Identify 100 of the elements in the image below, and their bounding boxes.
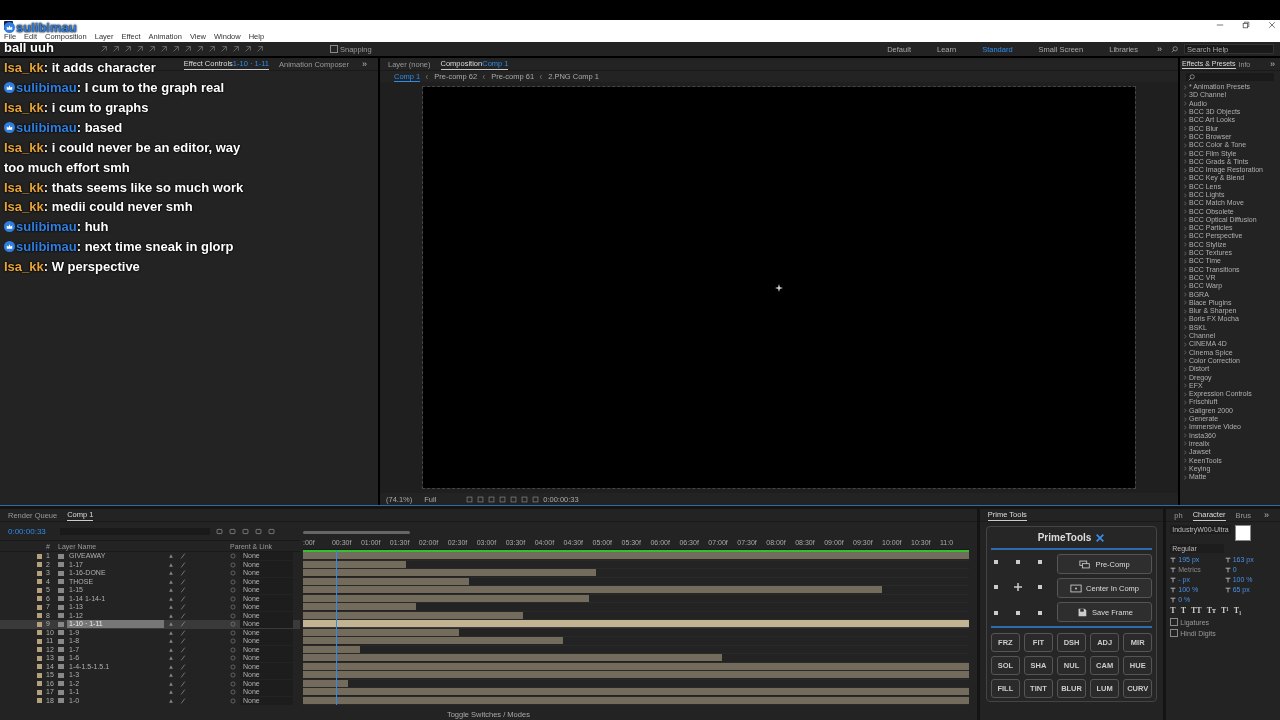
layer-duration-bar[interactable]: [303, 696, 969, 704]
layer-duration-bar[interactable]: [303, 586, 883, 594]
anchor-point-icon: [775, 283, 783, 292]
chat-message: : i cum to graphs: [43, 101, 149, 114]
type-metric-icon: [1170, 566, 1177, 573]
tool-icon[interactable]: [220, 45, 228, 53]
type-style-button[interactable]: T: [1170, 606, 1176, 615]
broadcaster-badge-icon: [4, 82, 15, 94]
layers-icon: [1079, 559, 1092, 569]
layer-duration-bar[interactable]: [303, 552, 969, 560]
label-color-swatch[interactable]: [37, 698, 42, 704]
layer-duration-bar[interactable]: [303, 662, 969, 670]
chat-message: too much effort smh: [4, 160, 130, 174]
layer-duration-bar[interactable]: [303, 637, 563, 645]
tool-icon[interactable]: [172, 45, 180, 53]
type-style-button[interactable]: TT: [1190, 606, 1202, 615]
broadcaster-badge-icon: [4, 241, 15, 253]
minimize-icon[interactable]: [1216, 21, 1224, 29]
layer-duration-bar[interactable]: [303, 569, 596, 577]
label-color-swatch[interactable]: [37, 621, 42, 627]
type-metric-icon: [1170, 586, 1177, 593]
chat-username: sulibimau: [16, 21, 77, 35]
layer-duration-bar[interactable]: [303, 603, 417, 611]
tool-icon[interactable]: [244, 45, 252, 53]
tool-icon[interactable]: [124, 45, 132, 53]
label-color-swatch[interactable]: [37, 638, 42, 644]
label-color-swatch[interactable]: [37, 553, 42, 559]
tool-icon[interactable]: [196, 45, 204, 53]
tool-icon[interactable]: [184, 45, 192, 53]
chat-message: : next time sneak in glorp: [76, 240, 234, 254]
type-metric-icon: [1224, 556, 1231, 563]
layer-duration-bar[interactable]: [303, 688, 969, 696]
chat-username: sulibimau: [16, 220, 77, 234]
chat-message: : W perspective: [43, 260, 140, 274]
type-metric-icon: [1224, 576, 1231, 583]
close-icon[interactable]: [1268, 21, 1276, 29]
type-style-button[interactable]: T¹: [1220, 606, 1229, 615]
label-color-swatch[interactable]: [37, 664, 42, 670]
label-color-swatch[interactable]: [37, 681, 42, 687]
layer-duration-bar[interactable]: [303, 679, 348, 687]
chat-username: sulibimau: [16, 81, 77, 95]
label-color-swatch[interactable]: [37, 613, 42, 619]
layer-duration-bar[interactable]: [303, 560, 407, 568]
chat-username: Isa_kk: [4, 180, 44, 194]
chat-username: Isa_kk: [4, 61, 44, 75]
label-color-swatch[interactable]: [37, 655, 42, 661]
overflow-button[interactable]: »: [1154, 44, 1165, 54]
type-style-button[interactable]: T₁: [1233, 606, 1242, 615]
chat-username: Isa_kk: [4, 260, 44, 274]
label-color-swatch[interactable]: [37, 604, 42, 610]
crossed-tools-icon: [1095, 532, 1106, 543]
layer-duration-bar[interactable]: [303, 620, 969, 628]
tool-icon[interactable]: [136, 45, 144, 53]
chat-username: Isa_kk: [4, 101, 44, 114]
label-color-swatch[interactable]: [37, 596, 42, 602]
effects-search-field[interactable]: [1186, 73, 1274, 81]
chat-message: : based: [76, 120, 123, 134]
label-color-swatch[interactable]: [37, 630, 42, 636]
chat-username: sulibimau: [16, 240, 77, 254]
label-color-swatch[interactable]: [37, 672, 42, 678]
type-metric-icon: [1170, 576, 1177, 583]
chevron-left-icon: [482, 73, 487, 80]
type-metric-icon: [1170, 556, 1177, 563]
layer-duration-bar[interactable]: [303, 594, 590, 602]
overflow-button[interactable]: »: [359, 59, 370, 69]
layer-duration-bar[interactable]: [303, 577, 470, 585]
chat-username: Isa_kk: [4, 140, 44, 154]
timecode[interactable]: 0:00:00:33: [8, 526, 54, 536]
restore-icon[interactable]: [1242, 21, 1250, 29]
overflow-button[interactable]: »: [1261, 510, 1272, 520]
primetools-title: PrimeTools: [1037, 532, 1092, 543]
tool-icon[interactable]: [208, 45, 216, 53]
layer-duration-bar[interactable]: [303, 671, 969, 679]
color-swatch[interactable]: [1234, 525, 1251, 541]
tool-icon[interactable]: [232, 45, 240, 53]
tool-icon[interactable]: [100, 45, 108, 53]
layer-duration-bar[interactable]: [303, 645, 360, 653]
tool-icon[interactable]: [148, 45, 156, 53]
label-color-swatch[interactable]: [37, 689, 42, 695]
tool-icon[interactable]: [160, 45, 168, 53]
chat-message: : I cum to the graph real: [76, 81, 225, 95]
label-color-swatch[interactable]: [37, 587, 42, 593]
tool-icon[interactable]: [256, 45, 264, 53]
label-color-swatch[interactable]: [37, 562, 42, 568]
label-color-swatch[interactable]: [37, 570, 42, 576]
label-color-swatch[interactable]: [37, 647, 42, 653]
layer-duration-bar[interactable]: [303, 628, 460, 636]
chat-message: : medii could never smh: [43, 200, 193, 214]
chat-message: : thats seems like so much work: [43, 180, 244, 194]
type-metric-icon: [1224, 566, 1231, 573]
frame-icon: [1070, 583, 1083, 593]
broadcaster-badge-icon: [4, 221, 15, 233]
type-style-button[interactable]: Tт: [1206, 606, 1216, 615]
tool-icon[interactable]: [112, 45, 120, 53]
chat-username: sulibimau: [16, 120, 77, 134]
type-style-button[interactable]: T: [1180, 606, 1186, 615]
overflow-button[interactable]: »: [1267, 59, 1278, 69]
layer-duration-bar[interactable]: [303, 654, 723, 662]
label-color-swatch[interactable]: [37, 579, 42, 585]
layer-duration-bar[interactable]: [303, 611, 523, 619]
